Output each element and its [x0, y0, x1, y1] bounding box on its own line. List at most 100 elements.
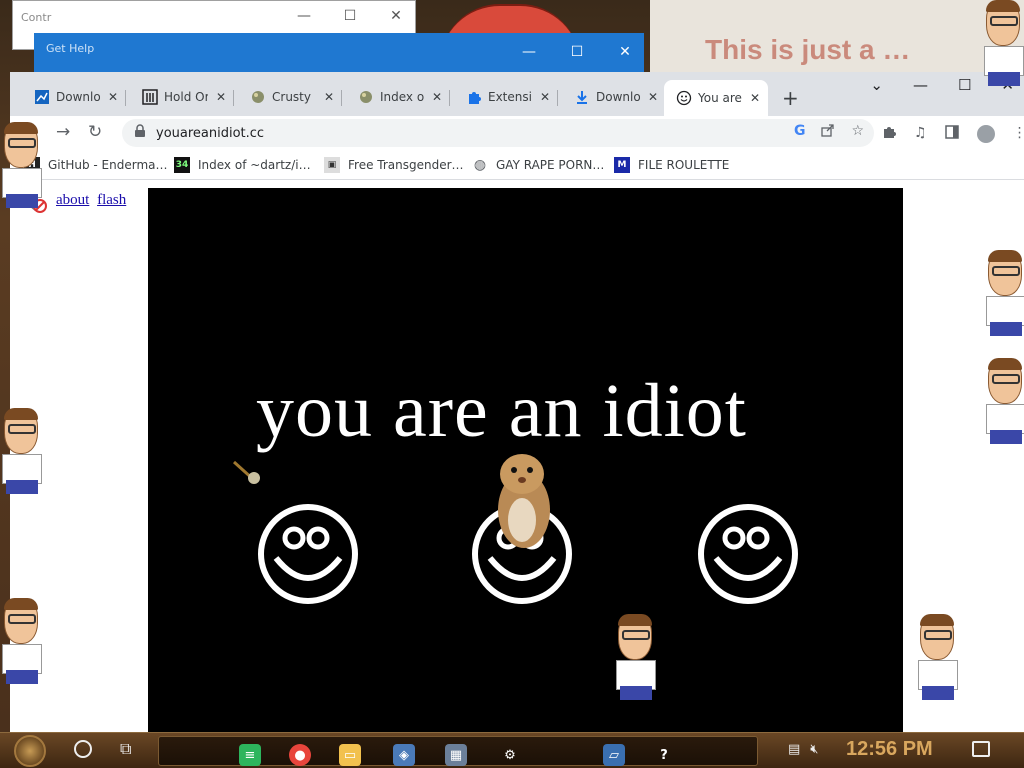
about-link[interactable]: about [56, 192, 89, 208]
taskbar-clock[interactable]: 12:56 PM [846, 738, 933, 761]
close-icon[interactable]: ✕ [646, 90, 660, 104]
maximize-button[interactable]: ☐ [958, 76, 971, 94]
window-title: Contr [21, 11, 52, 24]
tab-label: Index o [380, 90, 424, 104]
hank-sprite-3 [0, 598, 44, 708]
hank-sprite-7 [614, 614, 662, 726]
bookmark-label: Index of ~dartz/i… [198, 158, 311, 172]
close-icon[interactable]: ✕ [106, 90, 120, 104]
share-icon[interactable] [821, 123, 835, 141]
settings-gear-icon[interactable]: ⚙ [499, 744, 521, 766]
url-text[interactable]: youareanidiot.cc [156, 126, 264, 141]
hank-sprite-6 [984, 358, 1024, 468]
close-icon[interactable]: ✕ [322, 90, 336, 104]
close-icon[interactable]: ✕ [214, 90, 228, 104]
file-explorer-icon[interactable]: ▭ [339, 744, 361, 766]
bookmark-globe[interactable]: ◍ GAY RAPE PORN… [472, 157, 605, 173]
start-button[interactable] [14, 735, 46, 767]
browser-window: Downlo ✕ Hold Or ✕ Crusty ✕ Index o ✕ Ex… [10, 72, 1024, 732]
tab-you-are[interactable]: You are ✕ [664, 80, 768, 116]
smiley-icon [676, 90, 692, 106]
page-content: about flash you are an idiot [10, 180, 1024, 732]
bookmark-file-roulette[interactable]: M FILE ROULETTE [614, 157, 729, 173]
bookmark-star-icon[interactable]: ☆ [851, 123, 864, 141]
tab-label: Crusty [272, 90, 311, 104]
extensions-icon[interactable] [882, 125, 896, 143]
chrome-app-icon[interactable]: ● [289, 744, 311, 766]
close-button[interactable]: ✕ [616, 43, 634, 61]
file-icon: ▣ [324, 157, 340, 173]
extension-icon [466, 89, 482, 105]
flash-stage[interactable]: you are an idiot [148, 188, 903, 732]
archive-icon [142, 89, 158, 105]
window-title: Get Help [46, 42, 95, 55]
smiley-face-right [698, 504, 798, 604]
feedback-hub-icon[interactable]: ? [653, 744, 675, 766]
lock-icon [134, 124, 146, 142]
download-icon [574, 89, 590, 105]
bookmarks-bar: H GitHub - Enderma… 34 Index of ~dartz/i… [10, 150, 1024, 180]
volume-muted-icon[interactable]: 🔇︎ [810, 742, 818, 757]
task-view-icon[interactable]: ⧉ [120, 739, 131, 759]
background-banner-text: This is just a … [705, 34, 911, 65]
bookmark-label: GAY RAPE PORN… [496, 158, 605, 172]
google-icon[interactable]: G [794, 123, 806, 141]
search-circle-icon[interactable] [74, 740, 92, 758]
minimize-button[interactable]: — [913, 76, 928, 94]
close-icon[interactable]: ✕ [748, 91, 762, 105]
tab-index[interactable]: Index o ✕ [346, 82, 450, 112]
hank-sprite-2 [0, 408, 44, 518]
rdp-app-icon[interactable]: ▱ [603, 744, 625, 766]
reload-button[interactable]: ↻ [88, 122, 102, 142]
tab-search-button[interactable]: ⌄ [870, 76, 883, 94]
close-icon[interactable]: ✕ [538, 90, 552, 104]
media-controls-icon[interactable]: ♫ [914, 125, 927, 143]
background-window-get-help[interactable]: Get Help — ☐ ✕ [34, 33, 644, 73]
system-tray: ▤ 🔇︎ [788, 742, 819, 757]
tab-label: You are [698, 91, 742, 105]
tab-download-1[interactable]: Downlo ✕ [22, 82, 126, 112]
maximize-button[interactable]: ☐ [341, 7, 359, 25]
address-bar[interactable]: youareanidiot.cc G ☆ [122, 119, 874, 147]
close-icon[interactable]: ✕ [430, 90, 444, 104]
hamster-sprite [498, 454, 550, 548]
sheets-app-icon[interactable]: ≡ [239, 744, 261, 766]
menu-kebab-icon[interactable]: ⋮ [1013, 125, 1024, 143]
new-tab-button[interactable]: + [782, 86, 799, 110]
maximize-button[interactable]: ☐ [568, 43, 586, 61]
bookmark-label: FILE ROULETTE [638, 158, 730, 172]
hank-sprite-4 [982, 0, 1024, 86]
notification-icon[interactable] [972, 741, 990, 757]
smiley-face-left [258, 504, 358, 604]
tab-label: Hold Or [164, 90, 208, 104]
close-button[interactable]: ✕ [387, 7, 405, 25]
minimize-button[interactable]: — [295, 7, 313, 25]
mft-icon: M [614, 157, 630, 173]
small-sprite [232, 460, 260, 484]
bookmark-label: Free Transgender… [348, 158, 464, 172]
minimize-button[interactable]: — [520, 43, 538, 61]
tab-label: Downlo [56, 90, 100, 104]
browser-toolbar: ← → ↻ youareanidiot.cc G ☆ ♫ [10, 116, 1024, 150]
monitor-app-icon[interactable]: ▦ [445, 744, 467, 766]
tab-crusty[interactable]: Crusty ✕ [238, 82, 342, 112]
bookmark-label: GitHub - Enderma… [48, 158, 168, 172]
hank-sprite-5 [984, 250, 1024, 360]
virtualbox-icon[interactable]: ◈ [393, 744, 415, 766]
bookmark-github[interactable]: H GitHub - Enderma… [24, 157, 168, 173]
bookmark-free[interactable]: ▣ Free Transgender… [324, 157, 464, 173]
tab-label: Extensi [488, 90, 532, 104]
bookmark-index[interactable]: 34 Index of ~dartz/i… [174, 157, 311, 173]
tab-extensions[interactable]: Extensi ✕ [454, 82, 558, 112]
tab-hold-on[interactable]: Hold Or ✕ [130, 82, 234, 112]
profile-avatar[interactable] [976, 125, 995, 143]
index-icon: 34 [174, 157, 190, 173]
side-panel-icon[interactable] [944, 125, 959, 143]
tab-download-2[interactable]: Downlo ✕ [562, 82, 666, 112]
globe-icon: ◍ [473, 157, 487, 173]
network-icon[interactable]: ▤ [788, 742, 800, 757]
headline-text: you are an idiot [256, 369, 747, 453]
flash-link[interactable]: flash [97, 192, 126, 208]
forward-button[interactable]: → [56, 122, 70, 142]
tab-label: Downlo [596, 90, 640, 104]
